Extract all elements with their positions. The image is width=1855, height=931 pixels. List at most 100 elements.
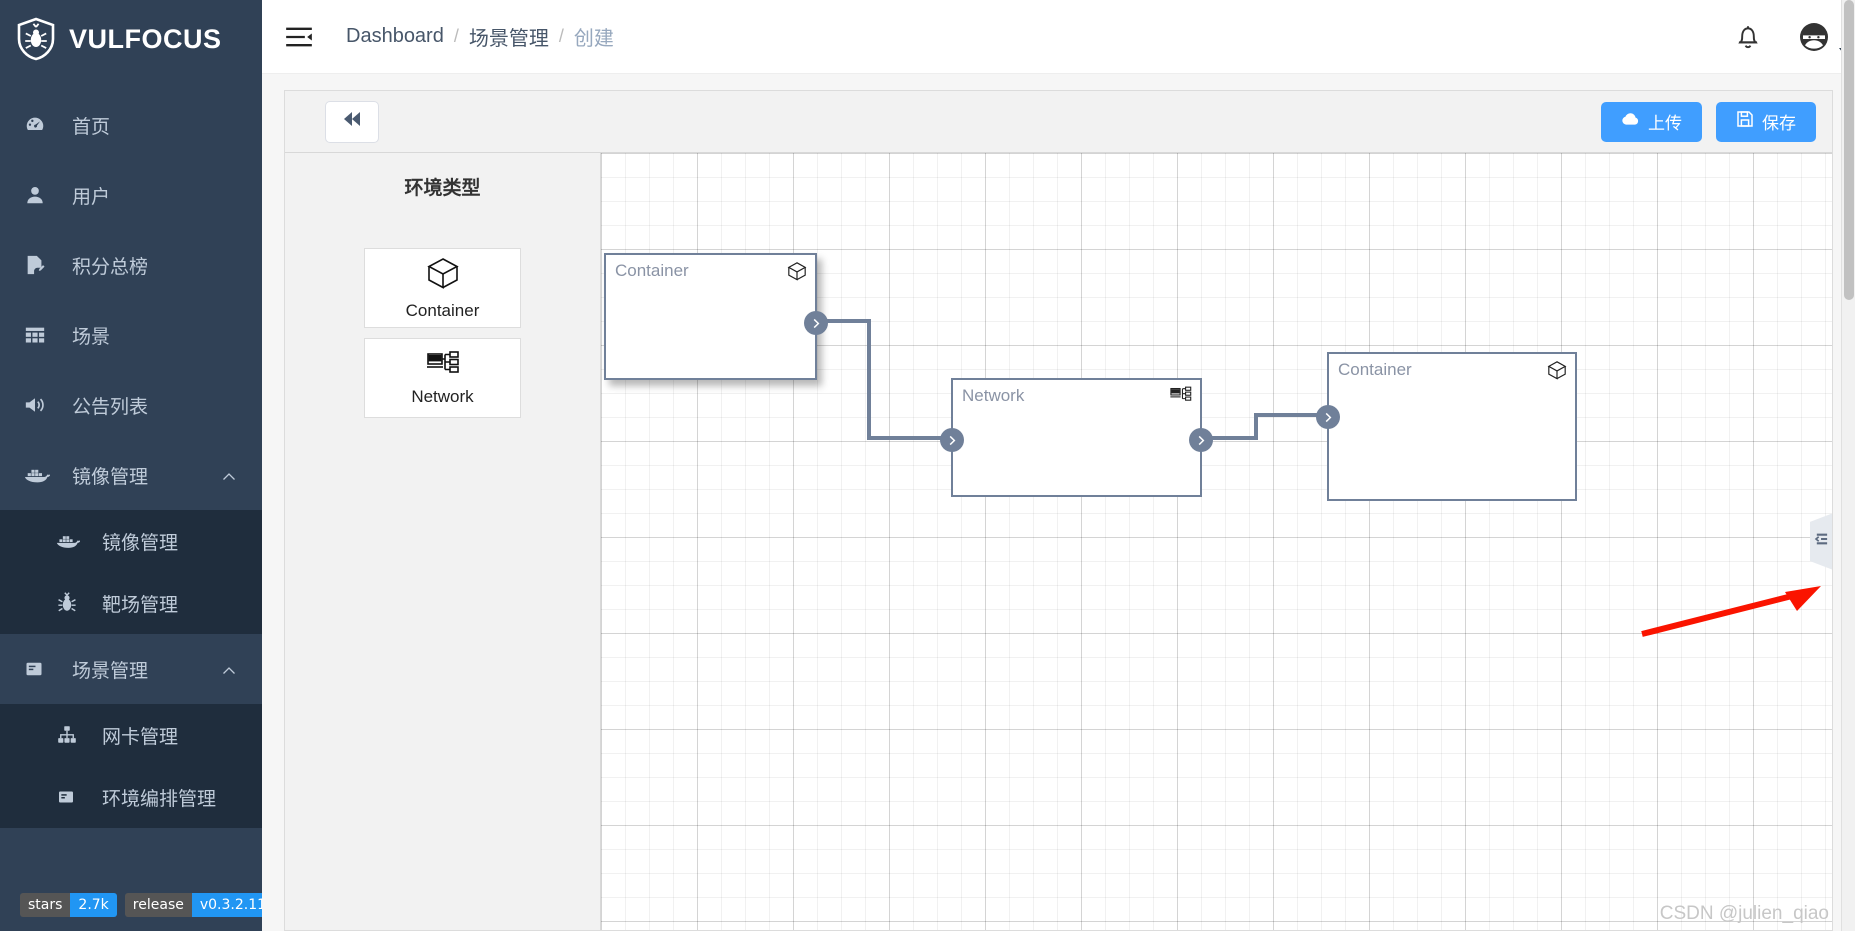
breadcrumb-item-scene-mgmt[interactable]: 场景管理	[469, 22, 549, 51]
sidebar-item-label: 首页	[72, 116, 111, 138]
page-scrollbar[interactable]	[1841, 0, 1855, 931]
topbar-actions	[1733, 0, 1853, 74]
megaphone-icon	[24, 394, 54, 416]
sidebar-item-label: 用户	[72, 186, 111, 208]
sidebar-item-env-orchestration[interactable]: 环境编排管理	[0, 766, 262, 828]
sidebar-item-label: 公告列表	[72, 396, 149, 418]
dashboard-icon	[24, 114, 54, 136]
sidebar-item-label: 网卡管理	[102, 726, 179, 748]
right-panel-collapse-handle[interactable]	[1810, 513, 1832, 570]
chevron-up-icon	[222, 662, 236, 676]
editor-body: 环境类型 Container Network Container Network…	[285, 153, 1832, 930]
breadcrumb-item-create[interactable]: 创建	[574, 22, 614, 51]
undo-button[interactable]	[325, 100, 379, 143]
sidebar-item-image-mgmt[interactable]: 镜像管理	[0, 510, 262, 572]
sidebar-item-label: 环境编排管理	[102, 788, 217, 810]
brand[interactable]: VULFOCUS	[0, 0, 262, 78]
box-3d-icon	[426, 256, 460, 295]
main-area: Dashboard / 场景管理 / 创建 上传 保存 环境类型 Contain…	[262, 0, 1855, 931]
sidebar-item-leaderboard[interactable]: 积分总榜	[0, 230, 262, 300]
save-button-label: 保存	[1762, 114, 1796, 133]
palette-item-network[interactable]: Network	[364, 338, 521, 418]
toolbar-actions: 上传 保存	[1601, 101, 1816, 142]
flow-canvas[interactable]: Container Network Container	[601, 153, 1832, 930]
sidebar-group-scene-mgmt[interactable]: 场景管理	[0, 634, 262, 704]
watermark: CSDN @julien_qiao	[1659, 903, 1829, 924]
edge-container-to-network	[817, 319, 951, 440]
box-3d-icon	[787, 261, 807, 286]
menu-fold-icon[interactable]	[284, 22, 314, 52]
stars-badge[interactable]: stars 2.7k	[20, 893, 117, 917]
edge-network-to-container	[1202, 413, 1327, 440]
sidebar-item-user[interactable]: 用户	[0, 160, 262, 230]
window-icon	[24, 659, 54, 679]
stars-badge-label: stars	[20, 893, 71, 917]
flow-node-label: Container	[615, 261, 689, 280]
sidebar-item-label: 场景管理	[72, 660, 149, 682]
grid-icon	[24, 324, 54, 346]
breadcrumb-separator: /	[453, 26, 459, 46]
sidebar-group-image-mgmt[interactable]: 镜像管理	[0, 440, 262, 510]
node-palette: 环境类型 Container Network	[285, 153, 601, 930]
bell-icon[interactable]	[1733, 21, 1763, 53]
sitemap-icon	[56, 724, 84, 746]
scrollbar-thumb[interactable]	[1844, 0, 1854, 300]
sidebar-item-label: 靶场管理	[102, 594, 179, 616]
sidebar-item-label: 场景	[72, 326, 111, 348]
topbar: Dashboard / 场景管理 / 创建	[262, 0, 1855, 74]
flow-node-container-2[interactable]: Container	[1316, 352, 1577, 501]
sidebar-submenu-image-mgmt: 镜像管理 靶场管理	[0, 510, 262, 634]
save-button[interactable]: 保存	[1716, 101, 1816, 142]
stars-badge-value: 2.7k	[70, 893, 117, 917]
palette-item-container[interactable]: Container	[364, 248, 521, 328]
sidebar-item-home[interactable]: 首页	[0, 90, 262, 160]
sidebar-item-label: 镜像管理	[72, 466, 149, 488]
bug-icon	[56, 592, 84, 614]
sidebar-item-nic-mgmt[interactable]: 网卡管理	[0, 704, 262, 766]
floppy-save-icon	[1736, 110, 1754, 133]
sidebar-item-announcements[interactable]: 公告列表	[0, 370, 262, 440]
sidebar-submenu-scene-mgmt: 网卡管理 环境编排管理	[0, 704, 262, 828]
release-badge-label: release	[124, 893, 192, 917]
red-arrow-icon	[1641, 586, 1821, 637]
breadcrumb-separator: /	[558, 26, 564, 46]
sidebar-item-range-mgmt[interactable]: 靶场管理	[0, 572, 262, 634]
release-badge[interactable]: release v0.3.2.11	[124, 893, 262, 917]
brand-title: VULFOCUS	[69, 23, 222, 54]
sidebar-item-scene[interactable]: 场景	[0, 300, 262, 370]
flow-node-label: Container	[1338, 360, 1412, 379]
cloud-upload-icon	[1621, 112, 1640, 132]
shield-bug-icon	[16, 17, 56, 61]
breadcrumb: Dashboard / 场景管理 / 创建	[346, 22, 614, 51]
flow-node-network[interactable]: Network	[940, 378, 1213, 497]
sidebar-menu: 首页 用户 积分总榜 场景 公告列表 镜像管理 镜像管理 靶场管理 场景管理 网…	[0, 90, 262, 828]
flow-port-input[interactable]	[1316, 405, 1340, 429]
document-icon	[24, 254, 54, 276]
palette-items: Container Network	[285, 248, 600, 418]
flow-port-output[interactable]	[804, 311, 828, 335]
flow-port-input[interactable]	[940, 428, 964, 452]
palette-title: 环境类型	[404, 178, 481, 199]
flow-port-output[interactable]	[1189, 428, 1213, 452]
app-root: VULFOCUS 首页 用户 积分总榜 场景 公告列表 镜像管理 镜像管理 靶场…	[0, 0, 1855, 931]
window-small-icon	[56, 787, 84, 807]
palette-item-label: Container	[405, 300, 480, 320]
box-3d-icon	[1547, 360, 1567, 385]
network-computer-icon	[426, 350, 460, 381]
avatar[interactable]	[1799, 22, 1853, 57]
docker-icon	[56, 532, 84, 550]
editor-card: 上传 保存 环境类型 Container Network Container N…	[284, 90, 1833, 931]
sidebar: VULFOCUS 首页 用户 积分总榜 场景 公告列表 镜像管理 镜像管理 靶场…	[0, 0, 262, 931]
chevron-up-icon	[222, 468, 236, 482]
sidebar-item-label: 积分总榜	[72, 256, 149, 278]
network-computer-icon	[1170, 386, 1192, 408]
editor-toolbar: 上传 保存	[285, 91, 1832, 153]
flow-node-container-1[interactable]: Container	[604, 253, 828, 380]
breadcrumb-item-dashboard[interactable]: Dashboard	[346, 25, 444, 48]
sidebar-item-label: 镜像管理	[102, 532, 179, 554]
upload-button[interactable]: 上传	[1601, 101, 1702, 142]
upload-button-label: 上传	[1648, 114, 1682, 133]
double-chevron-left-icon	[341, 110, 363, 133]
palette-item-label: Network	[411, 386, 474, 406]
user-icon	[24, 184, 54, 206]
